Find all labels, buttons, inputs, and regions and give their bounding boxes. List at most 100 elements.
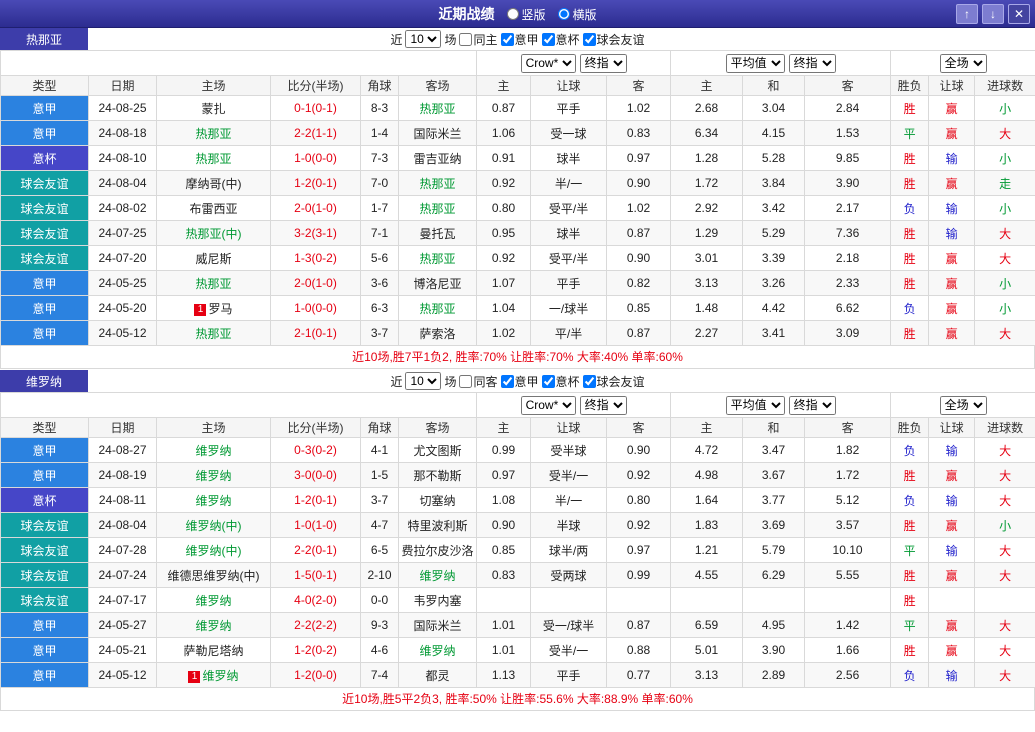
euro-away-odds-cell: 3.09 (805, 321, 891, 346)
version-radio-input[interactable] (558, 8, 570, 20)
odds-stage-select[interactable]: 终指 (580, 396, 627, 415)
league-filter[interactable]: 球会友谊 (583, 373, 645, 390)
bookmaker-select[interactable]: Crow* (521, 54, 576, 73)
league-filter[interactable]: 意杯 (542, 373, 580, 390)
away-team-cell[interactable]: 费拉尔皮沙洛 (399, 538, 477, 563)
match-count-select[interactable]: 10 (405, 372, 441, 390)
away-team-cell[interactable]: 萨索洛 (399, 321, 477, 346)
away-team-cell[interactable]: 都灵 (399, 663, 477, 688)
home-team-cell[interactable]: 维罗纳 (157, 463, 271, 488)
home-team-cell[interactable]: 1罗马 (157, 296, 271, 321)
away-team-cell[interactable]: 国际米兰 (399, 121, 477, 146)
league-filter[interactable]: 意甲 (501, 31, 539, 48)
away-team-cell[interactable]: 热那亚 (399, 246, 477, 271)
same-venue-filter[interactable]: 同客 (459, 373, 497, 390)
home-team-cell[interactable]: 热那亚 (157, 321, 271, 346)
corners-cell: 1-4 (361, 121, 399, 146)
away-team-cell[interactable]: 维罗纳 (399, 563, 477, 588)
league-checkbox[interactable] (542, 33, 555, 46)
version-radio[interactable]: 竖版 (506, 6, 545, 23)
league-filter[interactable]: 意甲 (501, 373, 539, 390)
home-team-cell[interactable]: 热那亚 (157, 121, 271, 146)
home-team-cell[interactable]: 维罗纳 (157, 613, 271, 638)
home-team-cell[interactable]: 萨勒尼塔纳 (157, 638, 271, 663)
corners-cell: 6-5 (361, 538, 399, 563)
home-team-cell[interactable]: 摩纳哥(中) (157, 171, 271, 196)
away-team-cell[interactable]: 国际米兰 (399, 613, 477, 638)
home-team-cell[interactable]: 蒙扎 (157, 96, 271, 121)
away-team-cell[interactable]: 尤文图斯 (399, 438, 477, 463)
column-header: 胜负 (891, 418, 929, 438)
scope-select[interactable]: 全场 (940, 54, 987, 73)
euro-away-odds-cell: 1.66 (805, 638, 891, 663)
team-section: 热那亚近10场同主意甲意杯球会友谊Crow*终指平均值终指全场类型日期主场比分(… (0, 28, 1035, 369)
away-team-cell[interactable]: 切塞纳 (399, 488, 477, 513)
league-checkbox[interactable] (542, 375, 555, 388)
home-team-cell[interactable]: 1维罗纳 (157, 663, 271, 688)
home-team-cell[interactable]: 威尼斯 (157, 246, 271, 271)
same-venue-checkbox[interactable] (459, 375, 472, 388)
league-type-cell: 球会友谊 (1, 171, 89, 196)
home-team-cell[interactable]: 热那亚(中) (157, 221, 271, 246)
bookmaker-select[interactable]: Crow* (521, 396, 576, 415)
away-team-cell[interactable]: 热那亚 (399, 296, 477, 321)
corners-cell: 7-0 (361, 171, 399, 196)
scroll-up-button[interactable]: ↑ (956, 4, 978, 24)
odds-stage-select[interactable]: 终指 (580, 54, 627, 73)
match-count-select[interactable]: 10 (405, 30, 441, 48)
handicap-away-odds-cell: 0.82 (607, 271, 671, 296)
away-team-cell[interactable]: 雷吉亚纳 (399, 146, 477, 171)
away-team-cell[interactable]: 维罗纳 (399, 638, 477, 663)
away-team-cell[interactable]: 那不勒斯 (399, 463, 477, 488)
home-team-cell[interactable]: 维罗纳(中) (157, 538, 271, 563)
home-team-cell[interactable]: 维罗纳 (157, 588, 271, 613)
close-button[interactable]: ✕ (1008, 4, 1030, 24)
euro-stage-select[interactable]: 终指 (789, 54, 836, 73)
euro-source-select[interactable]: 平均值 (726, 54, 785, 73)
euro-home-odds-cell: 4.55 (671, 563, 743, 588)
same-venue-filter[interactable]: 同主 (459, 31, 497, 48)
euro-home-odds-cell: 5.01 (671, 638, 743, 663)
score-cell: 1-2(0-1) (271, 488, 361, 513)
same-venue-checkbox[interactable] (459, 33, 472, 46)
euro-source-select[interactable]: 平均值 (726, 396, 785, 415)
league-filter[interactable]: 意杯 (542, 31, 580, 48)
home-team-cell[interactable]: 维德思维罗纳(中) (157, 563, 271, 588)
league-type-cell: 球会友谊 (1, 196, 89, 221)
outcome-result-cell: 胜 (891, 513, 929, 538)
team-name: 热那亚 (195, 127, 231, 141)
home-team-cell[interactable]: 维罗纳(中) (157, 513, 271, 538)
euro-stage-select[interactable]: 终指 (789, 396, 836, 415)
handicap-result-cell: 赢 (929, 321, 975, 346)
version-radio[interactable]: 横版 (558, 6, 597, 23)
euro-dropdowns-cell: 平均值终指 (671, 393, 891, 418)
league-checkbox[interactable] (501, 33, 514, 46)
euro-draw-odds-cell: 3.84 (743, 171, 805, 196)
home-team-cell[interactable]: 维罗纳 (157, 438, 271, 463)
home-team-cell[interactable]: 热那亚 (157, 271, 271, 296)
column-header: 客场 (399, 418, 477, 438)
away-team-cell[interactable]: 韦罗内塞 (399, 588, 477, 613)
goals-result-cell: 大 (975, 638, 1035, 663)
version-radio-input[interactable] (506, 8, 518, 20)
away-team-cell[interactable]: 热那亚 (399, 96, 477, 121)
euro-draw-odds-cell: 3.41 (743, 321, 805, 346)
league-filter[interactable]: 球会友谊 (583, 31, 645, 48)
away-team-cell[interactable]: 热那亚 (399, 171, 477, 196)
euro-home-odds-cell: 2.68 (671, 96, 743, 121)
same-venue-label: 同客 (473, 373, 497, 390)
home-team-cell[interactable]: 维罗纳 (157, 488, 271, 513)
home-team-cell[interactable]: 热那亚 (157, 146, 271, 171)
league-type-cell: 意甲 (1, 296, 89, 321)
away-team-cell[interactable]: 特里波利斯 (399, 513, 477, 538)
away-team-cell[interactable]: 博洛尼亚 (399, 271, 477, 296)
handicap-result-cell: 输 (929, 146, 975, 171)
scroll-down-button[interactable]: ↓ (982, 4, 1004, 24)
league-checkbox[interactable] (501, 375, 514, 388)
away-team-cell[interactable]: 曼托瓦 (399, 221, 477, 246)
league-checkbox[interactable] (583, 375, 596, 388)
away-team-cell[interactable]: 热那亚 (399, 196, 477, 221)
scope-select[interactable]: 全场 (940, 396, 987, 415)
home-team-cell[interactable]: 布雷西亚 (157, 196, 271, 221)
league-checkbox[interactable] (583, 33, 596, 46)
